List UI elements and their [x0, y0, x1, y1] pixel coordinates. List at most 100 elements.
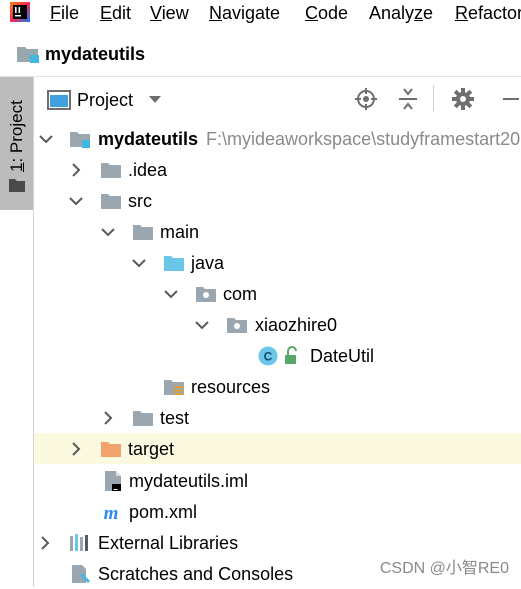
module-folder-icon [70, 132, 90, 148]
module-folder-icon [17, 47, 39, 63]
chevron-down-icon[interactable] [68, 193, 84, 209]
chevron-down-icon[interactable] [38, 131, 54, 147]
chevron-right-icon[interactable] [68, 441, 84, 457]
tree-row-test[interactable]: test [34, 402, 521, 433]
scratches-icon [72, 565, 90, 583]
folder-icon [133, 225, 153, 240]
menu-mnemonic: F [50, 3, 61, 23]
project-panel-header: Project [34, 77, 521, 121]
tree-label-test: test [160, 408, 190, 428]
intellij-logo-icon [10, 2, 30, 22]
iml-file-icon [105, 471, 121, 491]
tree-label-src: src [128, 191, 152, 211]
tree-label-iml: mydateutils.iml [129, 471, 249, 491]
collapse-all-icon[interactable] [396, 87, 420, 111]
tree-label-dateutil: DateUtil [310, 346, 375, 366]
menu-label: ile [61, 3, 80, 23]
menu-analyze[interactable]: Analyze [369, 2, 433, 24]
chevron-down-icon[interactable] [131, 255, 147, 271]
menu-label: efactor [468, 3, 521, 23]
menu-mnemonic: C [305, 3, 318, 23]
tree-row-xiaozhire0[interactable]: xiaozhire0 [34, 309, 521, 340]
excluded-folder-icon [101, 442, 121, 457]
tree-label-target: target [128, 439, 175, 459]
tree-row-src[interactable]: src [34, 185, 521, 216]
tree-label-com: com [223, 284, 258, 304]
resources-folder-icon [164, 380, 184, 395]
root-module-path: F:\myideaworkspace\studyframestart20 [206, 129, 521, 149]
tree-label-resources: resources [191, 377, 271, 397]
menu-mnemonic: z [414, 3, 424, 23]
tree-label-idea: .idea [128, 160, 168, 180]
project-tool-tab-label: 1: Project [7, 100, 27, 172]
tree-label-root: mydateutils F:\myideaworkspace\studyframe… [98, 128, 520, 150]
tool-tab-text: : Project [7, 100, 26, 163]
menu-edit[interactable]: Edit [100, 2, 131, 24]
chevron-down-icon[interactable] [163, 286, 179, 302]
project-view-selector[interactable]: Project [77, 89, 133, 111]
package-icon [227, 318, 247, 333]
menu-mnemonic: E [100, 3, 113, 23]
source-folder-icon [164, 256, 184, 271]
chevron-right-icon[interactable] [68, 162, 84, 178]
menu-navigate[interactable]: Navigate [209, 2, 280, 24]
gear-icon[interactable] [451, 87, 475, 111]
tree-label-pom: pom.xml [129, 502, 198, 522]
chevron-right-icon[interactable] [37, 535, 53, 551]
folder-icon [9, 179, 25, 192]
chevron-right-icon[interactable] [100, 410, 116, 426]
chevron-down-icon[interactable] [100, 224, 116, 240]
svg-text:C: C [264, 350, 273, 364]
tree-row-java[interactable]: java [34, 247, 521, 278]
tree-row-external-libraries[interactable]: External Libraries [34, 527, 521, 558]
menu-refactor[interactable]: Refactor [455, 2, 521, 24]
tree-row-pom[interactable]: m pom.xml [34, 496, 521, 527]
tree-label-scratches: Scratches and Consoles [98, 564, 294, 584]
tool-tab-mnemonic: 1 [7, 162, 26, 172]
tree-row-target[interactable]: target [34, 433, 521, 464]
maven-icon: m [104, 503, 119, 523]
hide-panel-icon[interactable] [500, 87, 521, 111]
folder-icon [101, 163, 121, 178]
menu-mnemonic: N [209, 3, 222, 23]
tree-row-idea[interactable]: .idea [34, 154, 521, 185]
menu-label: dit [112, 3, 132, 23]
package-icon [196, 287, 216, 302]
chevron-down-icon[interactable] [148, 95, 162, 105]
svg-text:m: m [104, 503, 119, 523]
tree-label-xiaozhire0: xiaozhire0 [255, 315, 338, 335]
tree-row-main[interactable]: main [34, 216, 521, 247]
project-view-icon [47, 90, 71, 110]
class-icon: C [258, 346, 278, 366]
tree-label-main: main [160, 222, 200, 242]
header-divider [433, 85, 434, 111]
menu-mnemonic: V [150, 3, 162, 23]
menu-bar: File Edit View Navigate Code Analyze Ref… [0, 0, 521, 26]
libraries-icon [70, 534, 88, 551]
menu-view[interactable]: View [150, 2, 189, 24]
menu-mnemonic: R [455, 3, 468, 23]
tree-row-com[interactable]: com [34, 278, 521, 309]
navbar-project-name[interactable]: mydateutils [45, 43, 145, 65]
menu-label: ode [318, 3, 349, 23]
project-tree: mydateutils F:\myideaworkspace\studyframe… [34, 121, 521, 587]
csdn-watermark: CSDN @小智RE0 [379, 560, 509, 577]
tree-row-resources[interactable]: resources [34, 371, 521, 402]
menu-label-pre: Analy [369, 3, 415, 23]
chevron-down-icon[interactable] [194, 317, 210, 333]
locate-icon[interactable] [354, 87, 378, 111]
folder-icon [101, 194, 121, 209]
menu-label: avigate [222, 3, 281, 23]
folder-icon [133, 411, 153, 426]
unlock-icon [285, 346, 297, 364]
tree-row-dateutil[interactable]: C DateUtil [34, 340, 521, 371]
tree-row-iml[interactable]: mydateutils.iml [34, 465, 521, 496]
menu-code[interactable]: Code [305, 2, 348, 24]
menu-label: iew [161, 3, 189, 23]
tree-label-java: java [191, 253, 225, 273]
tree-row-root[interactable]: mydateutils F:\myideaworkspace\studyframe… [34, 123, 521, 154]
menu-file[interactable]: File [50, 2, 79, 24]
tree-label-external-libraries: External Libraries [98, 533, 239, 553]
menu-label: e [423, 3, 434, 23]
root-module-name: mydateutils [98, 129, 199, 149]
